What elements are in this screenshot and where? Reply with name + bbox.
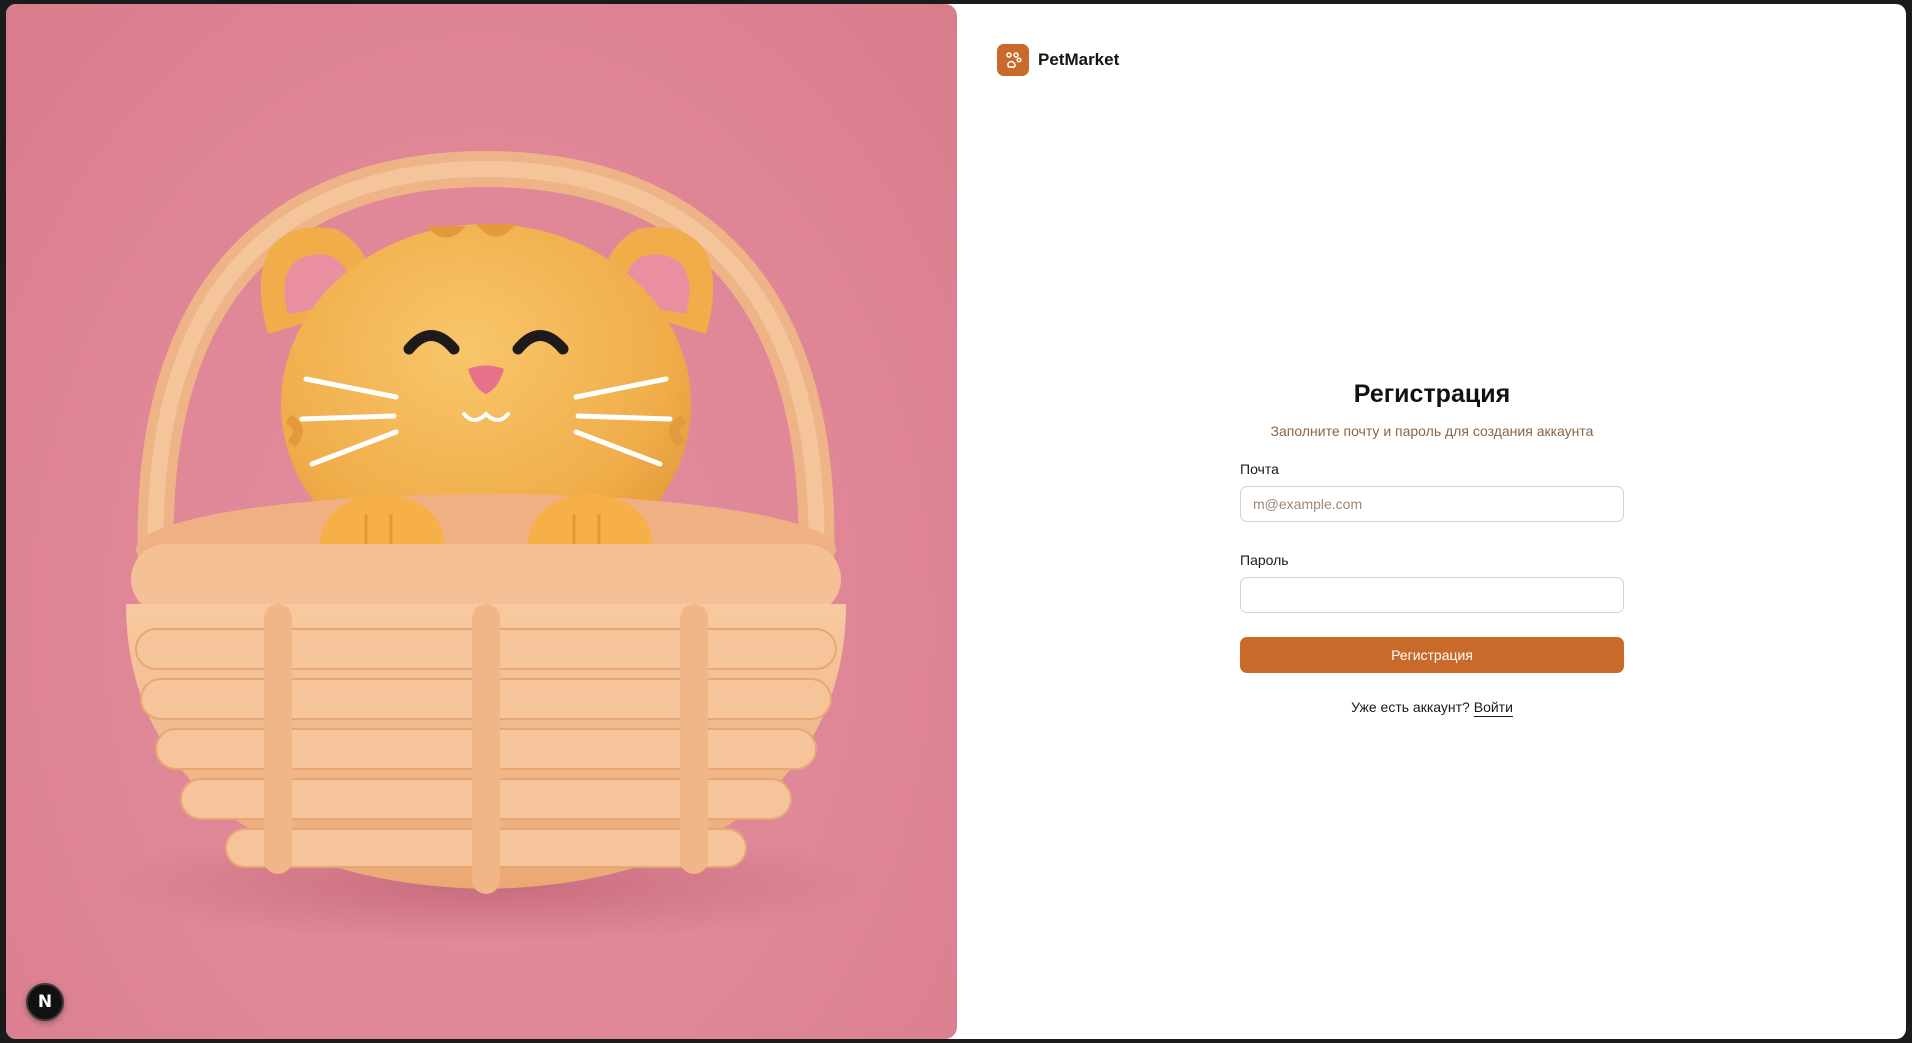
registration-form: Регистрация Заполните почту и пароль для… [1240,380,1624,715]
nextjs-dev-badge[interactable]: N [26,983,64,1021]
email-field[interactable] [1240,486,1624,522]
brand-header[interactable]: PetMarket [997,44,1119,76]
login-prompt-text: Уже есть аккаунт? [1351,699,1470,715]
app-window: N PetMarket Регистрация Заполните почту … [6,4,1906,1039]
password-field[interactable] [1240,577,1624,613]
hero-image-panel: N [6,4,957,1039]
paw-icon [997,44,1029,76]
register-button[interactable]: Регистрация [1240,637,1624,673]
page-title: Регистрация [1353,380,1511,408]
cat-in-basket-illustration [106,150,866,944]
password-label: Пароль [1240,552,1289,568]
login-link[interactable]: Войти [1474,699,1513,715]
email-label: Почта [1240,461,1279,477]
form-subtitle: Заполните почту и пароль для создания ак… [1270,423,1594,439]
brand-name: PetMarket [1038,50,1120,69]
login-prompt: Уже есть аккаунт? Войти [1240,699,1624,715]
